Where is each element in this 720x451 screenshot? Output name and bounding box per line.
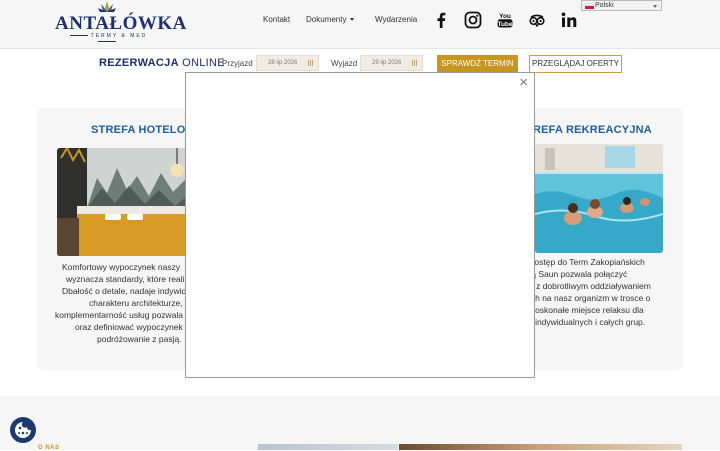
svg-text:Tube: Tube — [497, 21, 512, 28]
calendar-icon — [412, 60, 418, 66]
reservation-title: REZERWACJA ONLINE — [99, 57, 225, 69]
language-selected: Polski — [595, 2, 614, 9]
language-select[interactable]: Polski — [581, 0, 662, 11]
arrival-label: Przyjazd — [222, 59, 253, 68]
hotel-room-photo[interactable] — [57, 148, 187, 256]
hotel-zone-text: Komfortowy wypoczynek naszy wyznacza sta… — [55, 262, 187, 344]
tripadvisor-icon[interactable] — [528, 11, 546, 29]
logo[interactable]: ANTAŁÓWKA TERMY & MED — [55, 0, 187, 45]
calendar-icon — [308, 60, 314, 66]
arrival-date-input[interactable]: 28 lip 2026 — [256, 55, 319, 71]
svg-text:You: You — [499, 13, 511, 20]
popup-modal: × — [185, 72, 535, 378]
recreation-zone-text: dni dostęp do Term Zakopiańskich trefą S… — [516, 257, 651, 327]
cookie-icon — [15, 422, 31, 438]
chevron-down-icon — [653, 5, 657, 8]
about-section — [0, 396, 720, 450]
nav-events[interactable]: Wydarzenia — [375, 15, 417, 24]
poland-flag-icon — [585, 3, 594, 9]
nav-contact[interactable]: Kontakt — [263, 15, 290, 24]
facebook-icon[interactable] — [432, 11, 450, 29]
check-availability-button[interactable]: SPRAWDŹ TERMIN — [437, 55, 518, 72]
about-label: O NAS — [38, 445, 60, 451]
linkedin-icon[interactable] — [560, 11, 578, 29]
site-header: ANTAŁÓWKA TERMY & MED Kontakt Dokumenty … — [0, 0, 720, 49]
recreation-zone-title[interactable]: REFA REKREACYJNA — [533, 124, 652, 136]
logo-tagline: TERMY & MED — [55, 33, 159, 45]
departure-label: Wyjazd — [331, 59, 358, 68]
instagram-icon[interactable] — [464, 11, 482, 29]
logo-name: ANTAŁÓWKA — [55, 13, 187, 34]
browse-offers-button[interactable]: PRZEGLĄDAJ OFERTY — [529, 55, 622, 73]
pool-photo[interactable] — [535, 144, 663, 253]
close-icon[interactable]: × — [519, 75, 528, 90]
departure-date-input[interactable]: 29 lip 2026 — [360, 55, 423, 71]
caret-down-icon — [350, 18, 355, 22]
cookie-settings-button[interactable] — [10, 417, 36, 443]
lotus-icon — [98, 1, 116, 12]
nav-documents[interactable]: Dokumenty — [306, 15, 355, 24]
about-photo-2 — [399, 444, 682, 450]
youtube-icon[interactable]: You Tube — [496, 11, 514, 29]
about-photo-1 — [258, 444, 398, 450]
